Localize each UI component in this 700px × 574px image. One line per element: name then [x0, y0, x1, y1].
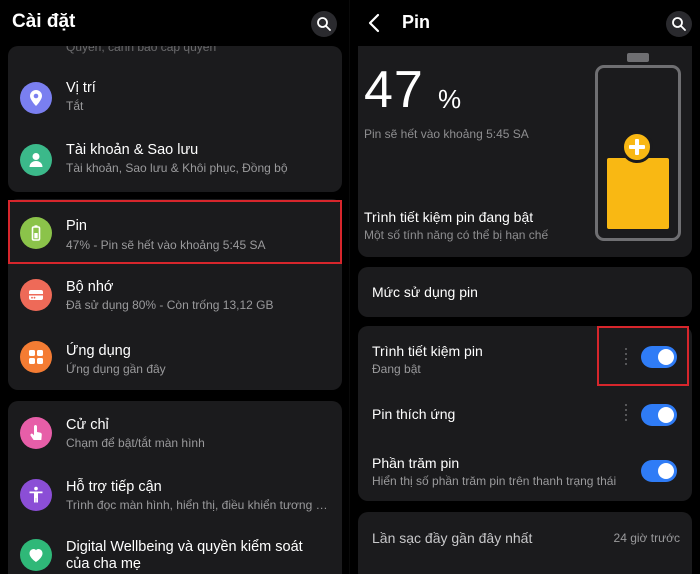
back-arrow-icon: [368, 13, 380, 33]
settings-card-1: Quyền, cảnh báo cấp quyền Vị trí Tắt Tài…: [8, 46, 342, 192]
settings-item-apps[interactable]: Ứng dụng Ứng dụng gần đây: [8, 327, 342, 389]
page-title: Pin: [402, 12, 431, 32]
settings-item-title: Digital Wellbeing và quyền kiểm soát của…: [66, 539, 303, 572]
wellbeing-icon: [20, 539, 52, 571]
battery-saver-status-subtitle: Một số tính năng có thể bị hạn chế: [364, 228, 549, 242]
search-icon: [672, 17, 686, 31]
highlight-box-saver-toggle: [597, 326, 689, 386]
back-button[interactable]: [364, 11, 386, 35]
more-options-icon[interactable]: [624, 404, 628, 424]
storage-icon: [20, 279, 52, 311]
battery-illustration: [595, 53, 681, 241]
toggle-row-subtitle: Đang bật: [372, 362, 421, 376]
search-button[interactable]: [311, 11, 337, 37]
last-charge-card: Lần sạc đầy gần đây nhất 24 giờ trước: [358, 512, 692, 574]
settings-item-subtitle: Tắt: [66, 99, 84, 113]
toggle-row-title: Phần trăm pin: [372, 455, 460, 471]
battery-estimate: Pin sẽ hết vào khoảng 5:45 SA: [364, 127, 529, 141]
battery-saver-plus-icon: [621, 131, 653, 163]
page-title: Cài đặt: [12, 11, 76, 32]
battery-percent-sign: %: [438, 84, 462, 114]
settings-item-accounts[interactable]: Tài khoản & Sao lưu Tài khoản, Sao lưu &…: [8, 126, 342, 190]
settings-item-title: Tài khoản & Sao lưu: [66, 142, 199, 158]
battery-usage-label: Mức sử dụng pin: [372, 284, 478, 300]
toggle-row-title: Pin thích ứng: [372, 406, 456, 422]
battery-cap: [627, 53, 649, 62]
settings-item-subtitle: Tài khoản, Sao lưu & Khôi phục, Đồng bộ: [66, 161, 288, 175]
settings-item-subtitle: Trình đọc màn hình, hiển thị, điều khiển…: [66, 498, 328, 512]
settings-card-3: Cử chỉ Chạm để bật/tắt màn hình Hỗ trợ t…: [8, 401, 342, 574]
settings-item-gestures[interactable]: Cử chỉ Chạm để bật/tắt màn hình: [8, 401, 342, 463]
settings-item-title: Bộ nhớ: [66, 279, 114, 295]
settings-item-title: Cử chỉ: [66, 417, 109, 433]
settings-item-subtitle: Chạm để bật/tắt màn hình: [66, 436, 205, 450]
battery-header: Pin: [350, 0, 700, 46]
settings-item-subtitle: Đã sử dụng 80% - Còn trống 13,12 GB: [66, 298, 274, 312]
settings-panel: Cài đặt Quyền, cảnh báo cấp quyền Vị trí…: [0, 0, 350, 574]
search-icon: [317, 17, 331, 31]
battery-percentage-toggle[interactable]: [641, 460, 677, 482]
search-button[interactable]: [666, 11, 692, 37]
battery-panel: Pin 47 % Pin sẽ hết vào khoảng 5:45 SA T…: [350, 0, 700, 574]
settings-item-title: Ứng dụng: [66, 343, 131, 359]
battery-percentage-row[interactable]: Phần trăm pin Hiển thị số phần trăm pin …: [358, 440, 692, 500]
adaptive-battery-row[interactable]: Pin thích ứng: [358, 388, 692, 440]
apps-icon: [20, 341, 52, 373]
toggle-row-title: Trình tiết kiệm pin: [372, 343, 483, 359]
settings-header: Cài đặt: [0, 0, 350, 46]
settings-item-title: Hỗ trợ tiếp cận: [66, 479, 162, 495]
gesture-icon: [20, 417, 52, 449]
battery-usage-card[interactable]: Mức sử dụng pin: [358, 267, 692, 317]
battery-status-card: 47 % Pin sẽ hết vào khoảng 5:45 SA Trình…: [358, 46, 692, 257]
settings-item-accessibility[interactable]: Hỗ trợ tiếp cận Trình đọc màn hình, hiển…: [8, 463, 342, 527]
last-charge-label: Lần sạc đầy gần đây nhất: [372, 530, 533, 546]
settings-item-subtitle: Ứng dụng gần đây: [66, 362, 166, 376]
settings-item-storage[interactable]: Bộ nhớ Đã sử dụng 80% - Còn trống 13,12 …: [8, 263, 342, 327]
highlight-box-battery-item: [8, 200, 342, 264]
location-icon: [20, 82, 52, 114]
account-icon: [20, 144, 52, 176]
accessibility-icon: [20, 479, 52, 511]
battery-fill-level: [607, 158, 669, 229]
settings-item-location[interactable]: Vị trí Tắt: [8, 60, 342, 124]
toggle-row-subtitle: Hiển thị số phần trăm pin trên thanh trạ…: [372, 474, 617, 488]
clipped-item-subtitle: Quyền, cảnh báo cấp quyền: [66, 46, 217, 54]
battery-saver-status-title: Trình tiết kiệm pin đang bật: [364, 209, 534, 225]
last-charge-value: 24 giờ trước: [613, 531, 680, 545]
settings-item-title: Vị trí: [66, 80, 96, 96]
adaptive-battery-toggle[interactable]: [641, 404, 677, 426]
settings-item-digital-wellbeing[interactable]: Digital Wellbeing và quyền kiểm soát của…: [8, 527, 342, 574]
battery-percent-value: 47: [364, 61, 424, 119]
